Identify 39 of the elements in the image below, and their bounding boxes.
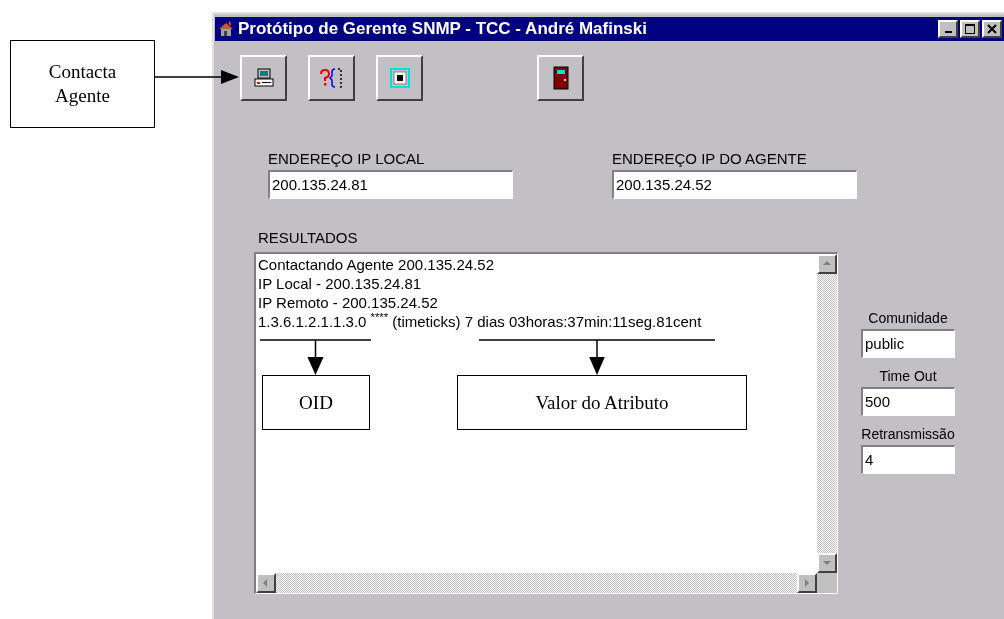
minimize-button[interactable] bbox=[938, 20, 958, 38]
field-label: ENDEREÇO IP LOCAL bbox=[268, 151, 426, 167]
callout-box: Valor do Atributo bbox=[457, 375, 747, 430]
result-line: IP Remoto - 200.135.24.52 bbox=[258, 293, 438, 312]
toolbar-button[interactable] bbox=[240, 55, 287, 101]
setting-field[interactable]: 500 bbox=[861, 387, 955, 416]
callout-box: Contacta Agente bbox=[10, 40, 155, 128]
setting-label: Comunidade bbox=[868, 310, 948, 326]
result-line: IP Local - 200.135.24.81 bbox=[258, 274, 422, 293]
scroll-button[interactable] bbox=[817, 553, 837, 573]
close-button[interactable] bbox=[982, 20, 1002, 38]
setting-label: Retransmissão bbox=[861, 426, 955, 442]
field-label: ENDEREÇO IP DO AGENTE bbox=[612, 151, 808, 167]
scroll-button[interactable] bbox=[817, 254, 837, 274]
house-icon bbox=[217, 20, 235, 38]
result-line: 1.3.6.1.2.1.1.3.0 $^{****}$ (timeticks) 7 dias 03horas:37min:11seg.81cent bbox=[258, 312, 702, 331]
callout-box: OID bbox=[262, 375, 370, 430]
scroll-button[interactable] bbox=[256, 573, 276, 593]
computer-icon bbox=[252, 67, 275, 89]
section-label: RESULTADOS bbox=[258, 230, 358, 246]
stop-icon bbox=[388, 67, 411, 89]
close-icon bbox=[987, 24, 997, 34]
scroll-button[interactable] bbox=[797, 573, 817, 593]
scroll-corner bbox=[817, 573, 837, 593]
maximize-button[interactable] bbox=[960, 20, 980, 38]
toolbar-button[interactable] bbox=[376, 55, 423, 101]
door-icon bbox=[552, 66, 569, 90]
setting-field[interactable]: public bbox=[861, 329, 955, 358]
ip-field[interactable]: 200.135.24.52 bbox=[612, 170, 857, 199]
toolbar-button[interactable] bbox=[537, 55, 584, 101]
toolbar-button[interactable] bbox=[308, 55, 355, 101]
result-line: Contactando Agente 200.135.24.52 bbox=[258, 255, 495, 274]
window-title: Protótipo de Gerente SNMP - TCC - André Mafinski bbox=[238, 18, 648, 41]
minimize-icon bbox=[944, 31, 952, 33]
question-brace-icon bbox=[318, 67, 345, 89]
maximize-icon bbox=[965, 24, 975, 34]
ip-field[interactable]: 200.135.24.81 bbox=[268, 170, 513, 199]
setting-field[interactable]: 4 bbox=[861, 445, 955, 474]
setting-label: Time Out bbox=[879, 368, 937, 384]
